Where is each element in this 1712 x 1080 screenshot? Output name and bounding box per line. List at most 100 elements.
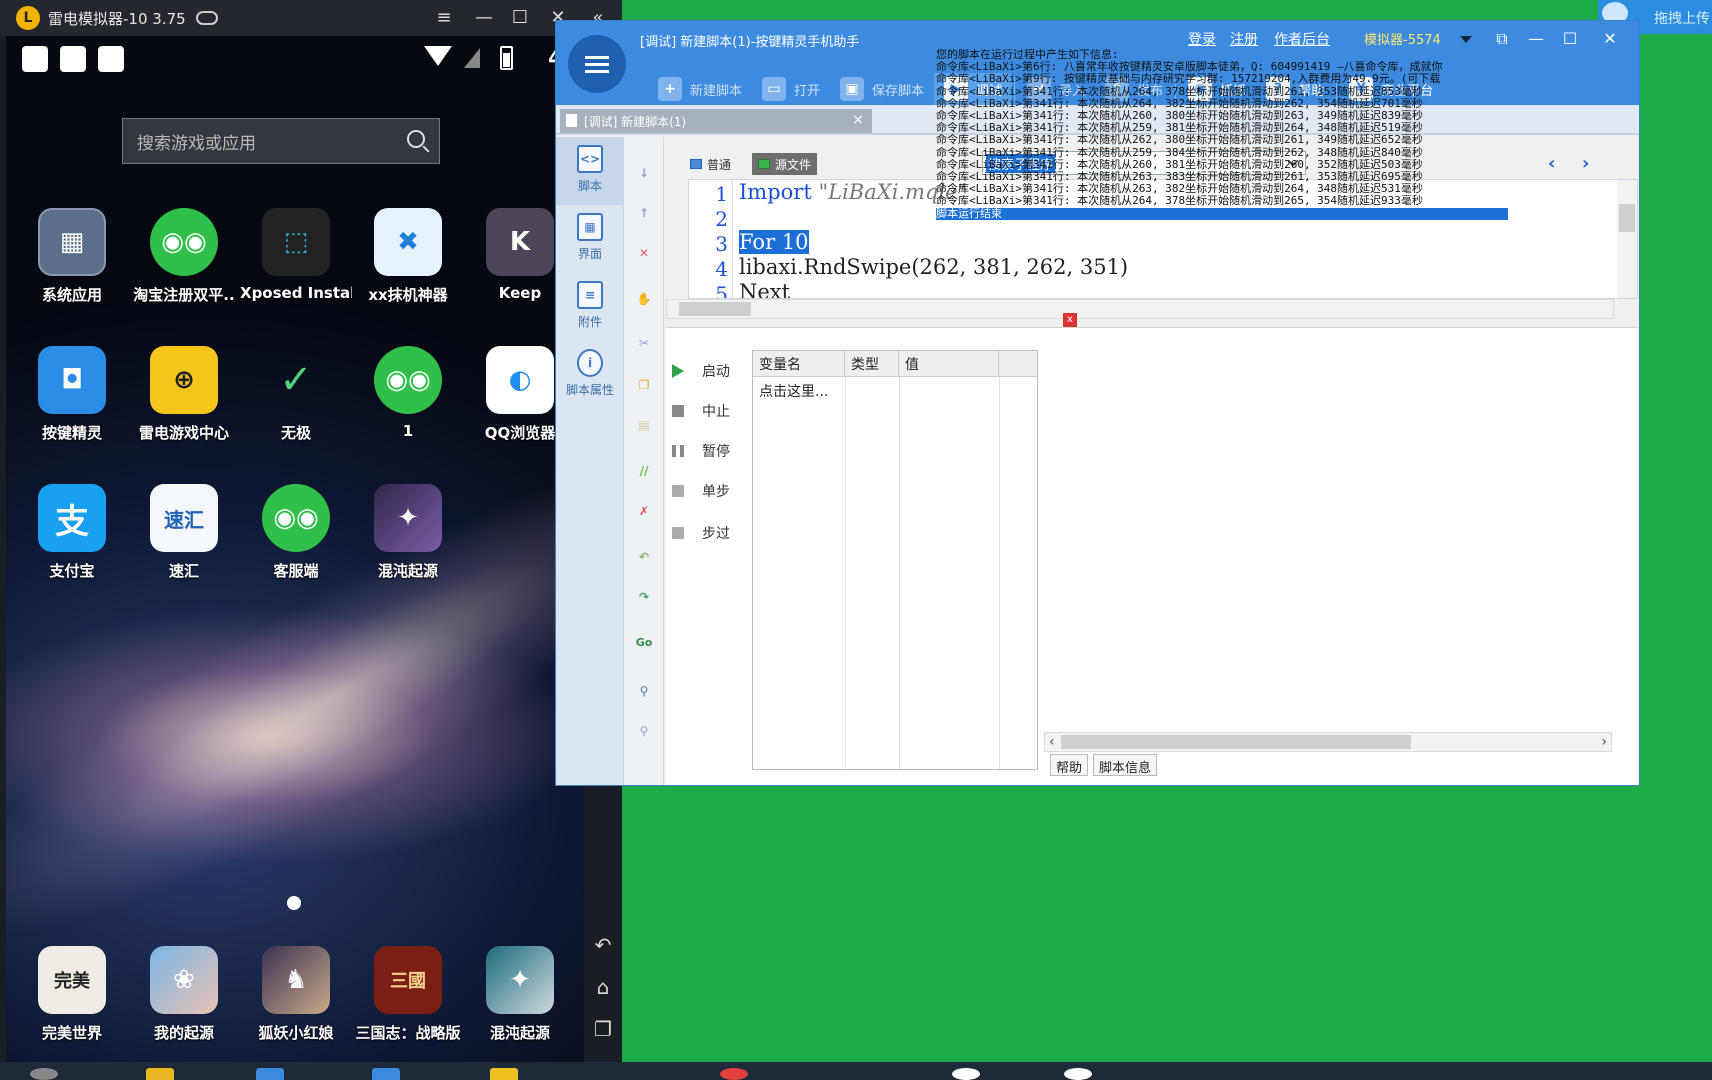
start-button[interactable]: 启动 [672,358,748,384]
alipay-icon: 支 [38,484,106,552]
column-divider [999,377,1000,769]
save-script-button[interactable]: ▣ 保存脚本 [830,73,934,105]
column-divider [845,377,846,769]
taskbar-app-icon[interactable] [1064,1068,1092,1080]
emulator-select[interactable]: 模拟器-5574 [1364,29,1441,48]
hand-icon[interactable]: ✋ [634,289,654,309]
scroll-thumb[interactable] [679,302,751,316]
nav-attachments[interactable]: ≡ 附件 [556,273,624,341]
app-three-kingdoms[interactable]: 三國 三国志：战略版 [352,946,464,1043]
find-icon[interactable]: ⚲ [634,681,654,701]
selected-code: For 10 [739,230,809,254]
chevron-down-icon[interactable] [1460,36,1472,43]
redo-icon[interactable]: ↷ [634,587,654,607]
step-button[interactable]: 单步 [672,478,748,504]
search-icon[interactable] [407,130,425,148]
move-down-icon[interactable]: ↓ [634,163,654,183]
close-log-icon[interactable]: x [1063,313,1077,327]
taskbar-app-icon[interactable] [952,1068,980,1080]
emulator-titlebar: L 雷电模拟器-10 3.75 ≡ — ☐ ✕ « [0,0,622,36]
new-script-button[interactable]: + 新建脚本 [648,73,752,105]
close-icon[interactable]: ✕ [1596,25,1624,53]
register-link[interactable]: 注册 [1230,29,1258,49]
output-log[interactable]: 您的脚本在运行过程中产生如下信息: 命令库<LiBaXi>第6行: 八喜常年收按键… [936,49,1508,399]
uncomment-icon[interactable]: ✗ [634,501,654,521]
editor-vertical-scrollbar[interactable] [1617,180,1637,298]
scroll-thumb[interactable] [1061,735,1411,749]
nav-interface[interactable]: ▦ 界面 [556,205,624,273]
app-leidian-game-center[interactable]: ⊕ 雷电游戏中心 [128,346,240,443]
app-label: 三国志：战略版 [355,1024,461,1042]
taskbar-app-icon[interactable] [256,1068,284,1080]
gamepad-icon[interactable] [195,11,218,25]
undo-icon[interactable]: ↶ [634,547,654,567]
app-xposed[interactable]: ⬚ Xposed Installer [240,208,352,302]
menu-icon[interactable]: ≡ [430,4,458,32]
tab-source[interactable]: 源文件 [752,153,818,175]
taskbar-app-icon[interactable] [720,1068,748,1080]
pause-button[interactable]: 暂停 [672,438,748,464]
app-perfect-world[interactable]: 完美 完美世界 [16,946,128,1043]
open-button[interactable]: ▭ 打开 [752,73,830,105]
stop-button[interactable]: 中止 [672,398,748,424]
tab-normal[interactable]: 普通 [684,153,737,175]
app-chaos-origin[interactable]: ✦ 混沌起源 [352,484,464,581]
subtab-label: 源文件 [775,157,812,172]
taskbar-app-icon[interactable] [146,1068,174,1080]
close-icon[interactable]: × [852,112,864,128]
app-1[interactable]: ◉◉ 1 [352,346,464,440]
app-anjian[interactable]: ◘ 按键精灵 [16,346,128,443]
log-horizontal-scrollbar[interactable]: ‹ › [1044,732,1612,752]
app-client[interactable]: ◉◉ 客服端 [240,484,352,581]
back-icon[interactable]: ↶ [592,934,614,956]
app-system-apps[interactable]: ▦ 系统应用 [16,208,128,305]
minimize-icon[interactable]: — [1522,25,1550,53]
app-xx-cleaner[interactable]: ✖ xx抹机神器 [352,208,464,305]
app-chaos-origin-dock[interactable]: ✦ 混沌起源 [464,946,576,1043]
column-header[interactable]: 变量名 [753,351,845,377]
app-my-origin[interactable]: ❀ 我的起源 [128,946,240,1043]
replace-icon[interactable]: ⚲ [634,721,654,741]
search-icon[interactable] [30,1068,58,1080]
app-search-input[interactable]: 搜索游戏或应用 [122,118,440,164]
maximize-icon[interactable]: ☐ [1556,25,1584,53]
home-icon[interactable]: ⌂ [592,976,614,998]
nav-script[interactable]: <> 脚本 [556,137,624,205]
app-wuji[interactable]: ✓ 无极 [240,346,352,443]
paste-icon[interactable]: ▤ [634,415,654,435]
goto-icon[interactable]: Go [634,633,654,653]
column-header[interactable]: 类型 [845,351,899,377]
add-variable-hint[interactable]: 点击这里... [759,381,828,401]
line-number: 1 [715,182,728,206]
delete-icon[interactable]: ✕ [634,243,654,263]
app-fox-spirit[interactable]: ♞ 狐妖小红娘 [240,946,352,1043]
copy-icon[interactable]: ❐ [634,375,654,395]
tab-help[interactable]: 帮助 [1050,754,1089,776]
tab-script-info[interactable]: 脚本信息 [1093,754,1158,776]
comment-icon[interactable]: // [634,461,654,481]
step-over-button[interactable]: 步过 [672,520,748,546]
keep-k-icon: K [486,208,554,276]
taskbar-app-icon[interactable] [372,1068,400,1080]
maximize-icon[interactable]: ☐ [506,4,534,32]
android-statusbar: 4:2 [6,36,584,80]
main-menu-button[interactable] [568,35,626,93]
minimize-icon[interactable]: — [470,4,498,32]
author-backend-link[interactable]: 作者后台 [1274,29,1330,49]
app-taobao-register[interactable]: ◉◉ 淘宝注册双平.. [128,208,240,305]
app-suhui[interactable]: 速汇 速汇 [128,484,240,581]
document-tab[interactable]: [调试] 新建脚本(1) × [560,109,872,133]
cut-icon[interactable]: ✂ [634,333,654,353]
scroll-thumb[interactable] [1619,204,1635,232]
nav-script-properties[interactable]: i 脚本属性 [556,341,624,409]
recent-apps-icon[interactable]: ❐ [592,1018,614,1040]
taskbar-app-icon[interactable] [490,1068,518,1080]
move-up-icon[interactable]: ↑ [634,203,654,223]
chevron-right-icon[interactable]: › [1582,153,1589,174]
app-alipay[interactable]: 支 支付宝 [16,484,128,581]
chevron-right-icon[interactable]: › [1601,734,1607,750]
login-link[interactable]: 登录 [1188,29,1216,49]
chevron-left-icon[interactable]: ‹ [1548,153,1555,174]
variable-table: 变量名 类型 值 点击这里... [752,350,1038,770]
chevron-left-icon[interactable]: ‹ [1049,734,1055,750]
